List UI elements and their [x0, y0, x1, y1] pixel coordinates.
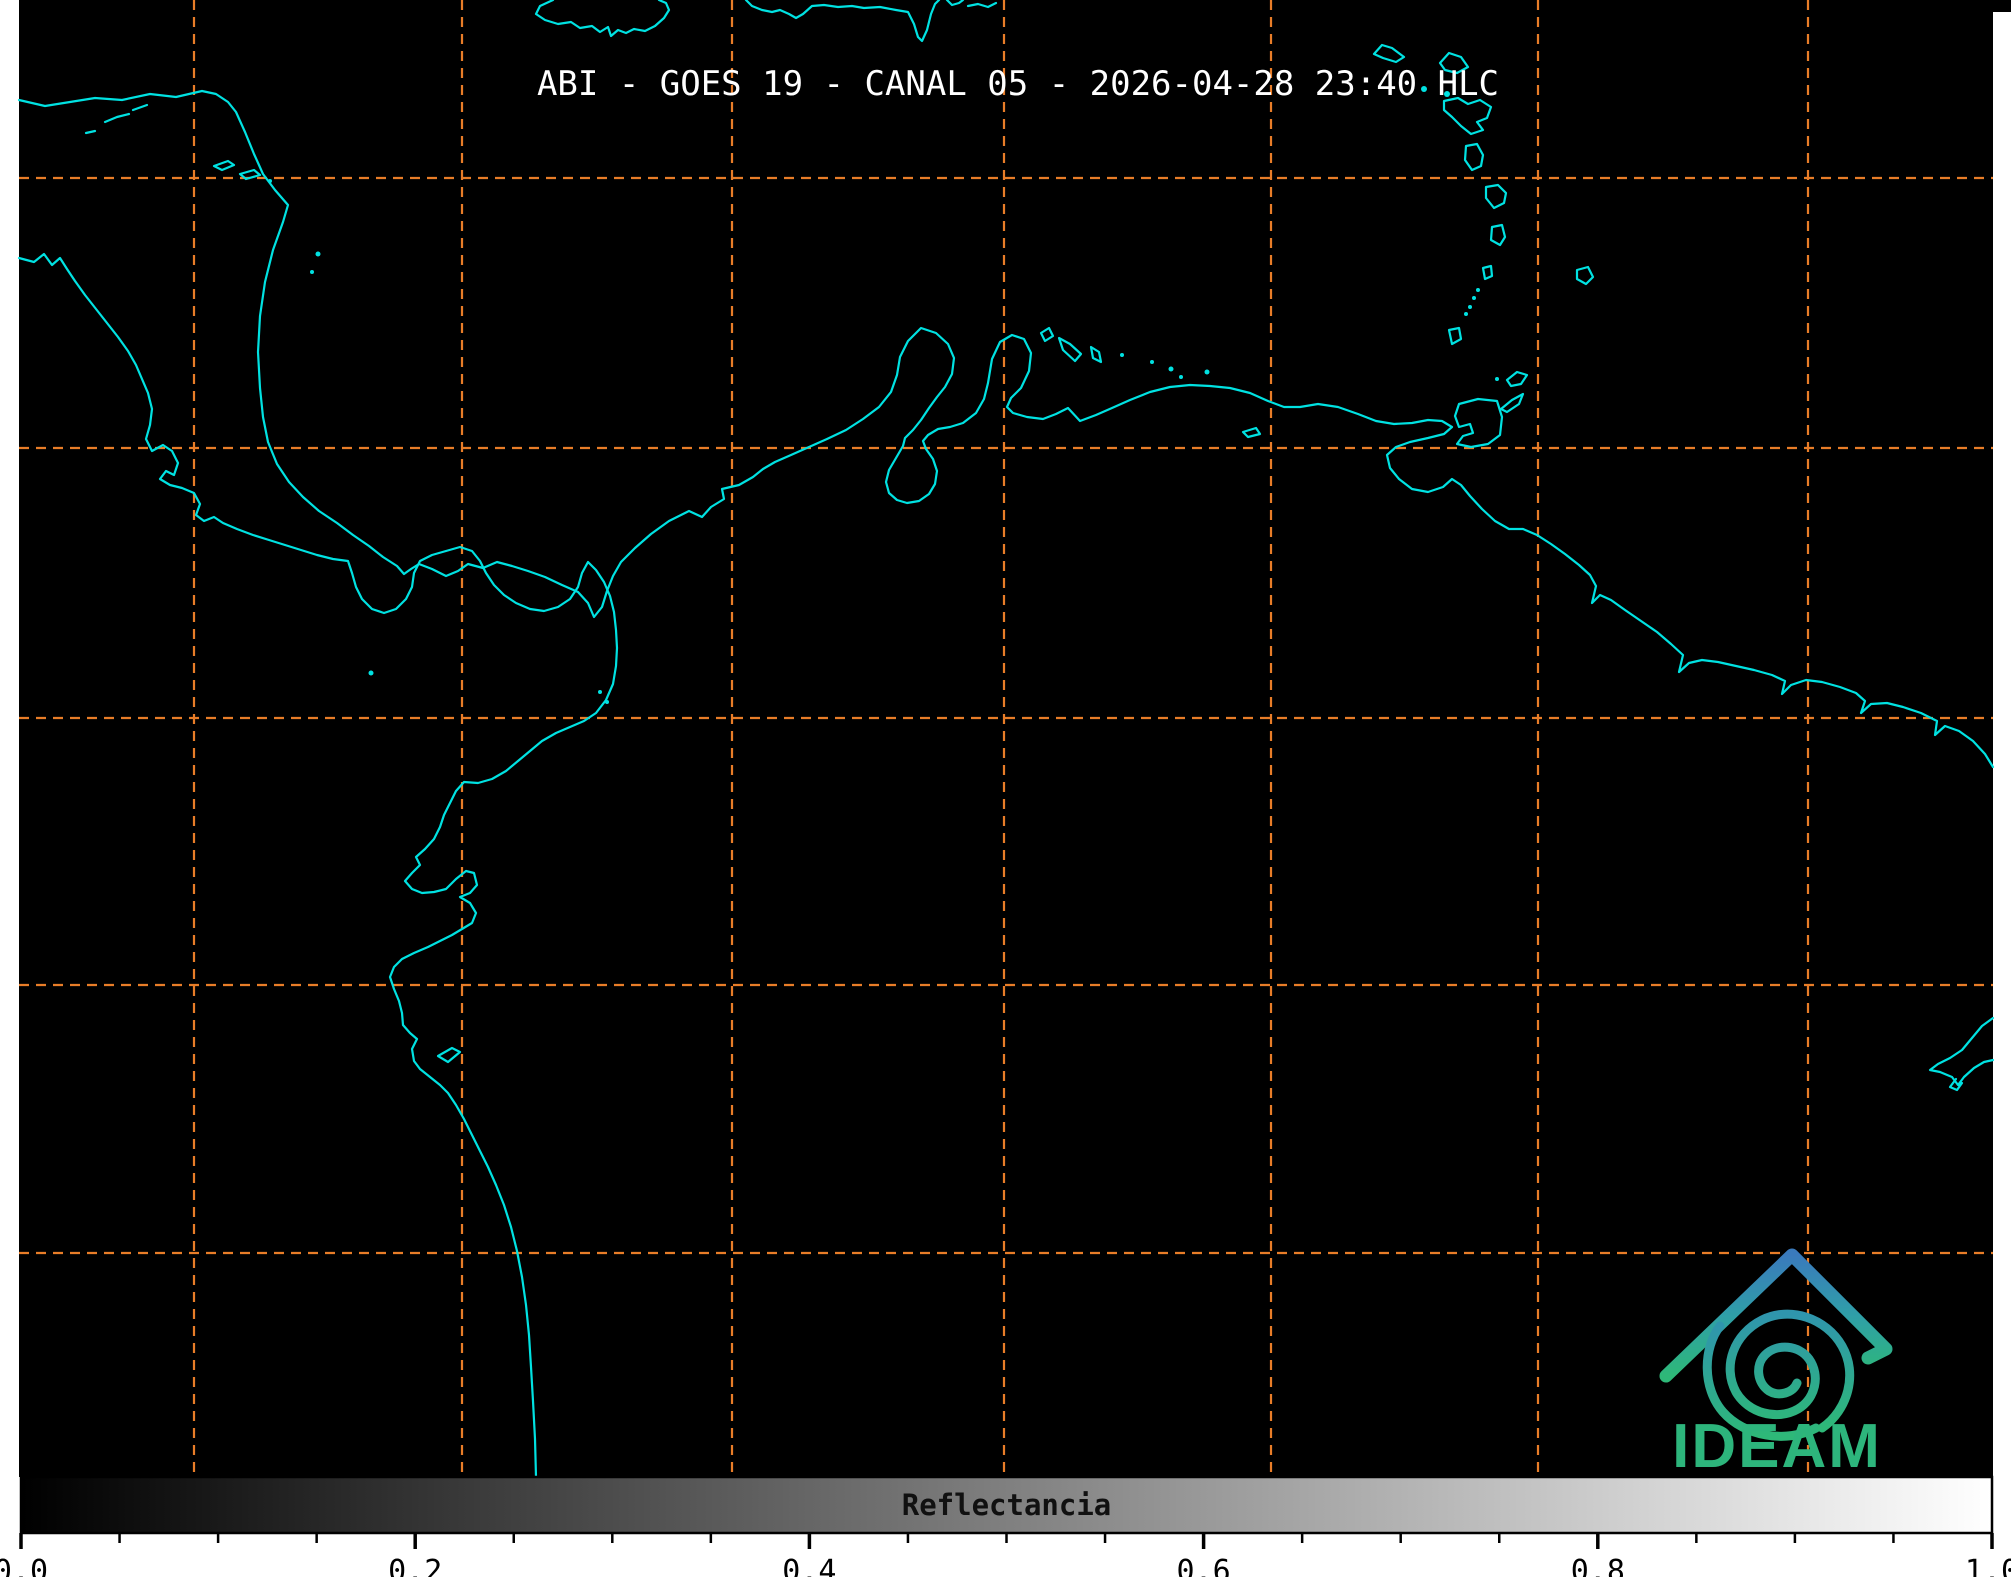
figure-canvas: ABI - GOES 19 - CANAL 05 - 2026-04-28 23… — [0, 0, 2011, 1577]
map-area — [19, 0, 1993, 1477]
colorbar-tick-labels: 0.0 0.2 0.4 0.6 0.8 1.0 — [0, 1554, 2011, 1577]
ideam-wordmark: IDEAM — [1672, 1412, 1882, 1481]
colorbar: 0.0 0.2 0.4 0.6 0.8 1.0 Reflectancia — [0, 1475, 2011, 1577]
top-right-corner-patch — [1993, 0, 2011, 12]
colorbar-tick-label: 0.2 — [388, 1554, 442, 1577]
colorbar-tick-label: 0.6 — [1177, 1554, 1231, 1577]
colorbar-tick-label: 0.8 — [1571, 1554, 1625, 1577]
satellite-image-figure: ABI - GOES 19 - CANAL 05 - 2026-04-28 23… — [0, 0, 2011, 1577]
image-title: ABI - GOES 19 - CANAL 05 - 2026-04-28 23… — [537, 64, 1499, 104]
colorbar-ticks — [19, 1533, 1994, 1549]
colorbar-tick-label: 0.4 — [782, 1554, 836, 1577]
colorbar-title: Reflectancia — [902, 1488, 1112, 1522]
colorbar-tick-label: 1.0 — [1965, 1554, 2011, 1577]
colorbar-tick-label: 0.0 — [0, 1554, 48, 1577]
